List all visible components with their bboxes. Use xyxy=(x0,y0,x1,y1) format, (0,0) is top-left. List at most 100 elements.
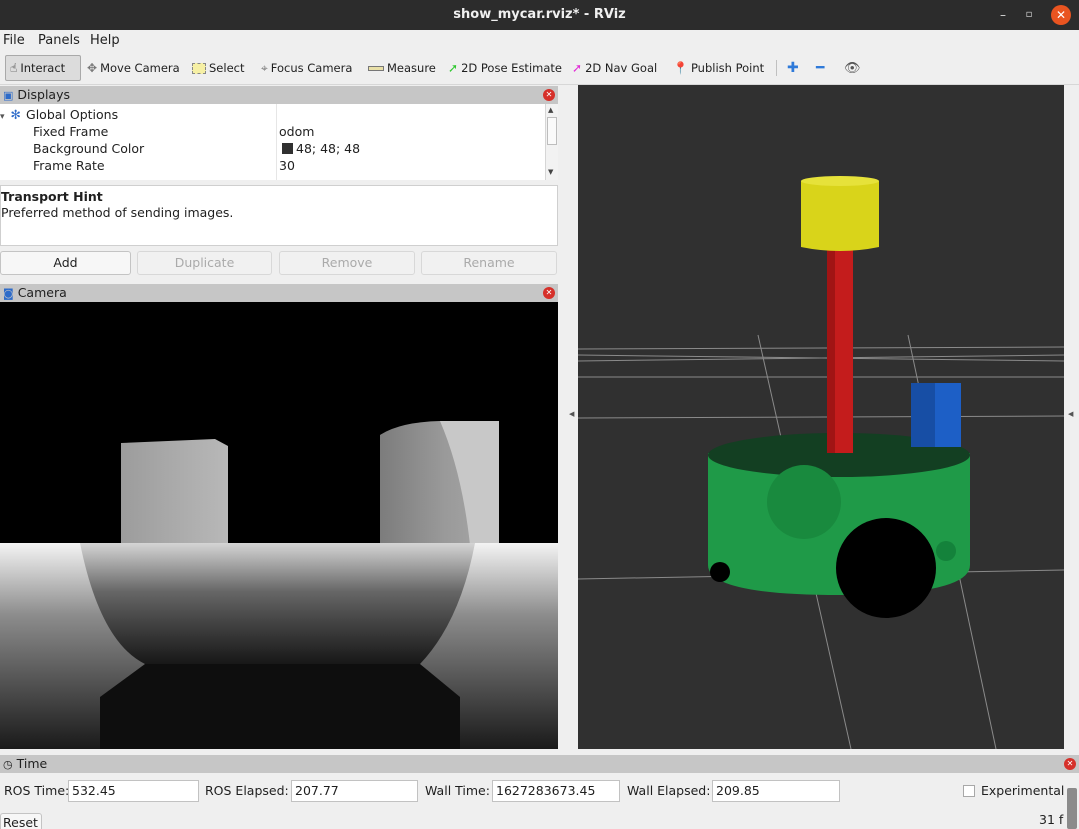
time-title: Time xyxy=(16,756,48,771)
hint-title: Transport Hint xyxy=(1,189,103,204)
remove-display-button[interactable]: Remove xyxy=(279,251,415,275)
tree-label-frame-rate: Frame Rate xyxy=(33,158,105,173)
move-arrows-icon: ✥ xyxy=(87,61,98,75)
publish-point-tool-button[interactable]: 📍 Publish Point xyxy=(669,55,768,81)
measure-label: Measure xyxy=(387,61,436,75)
render-3d-view[interactable] xyxy=(578,85,1064,749)
displays-close-icon[interactable]: ✕ xyxy=(543,89,555,101)
camera-title: Camera xyxy=(17,285,67,300)
wall-time-field[interactable]: 1627283673.45 xyxy=(492,780,620,802)
magenta-arrow-icon: ➚ xyxy=(572,61,583,75)
wall-elapsed-field[interactable]: 209.85 xyxy=(712,780,840,802)
camera-icon: ◙ xyxy=(3,287,14,300)
focus-camera-tool-button[interactable]: ⌖ Focus Camera xyxy=(257,55,356,81)
pose-estimate-label: 2D Pose Estimate xyxy=(461,61,562,75)
ros-time-field[interactable]: 532.45 xyxy=(68,780,199,802)
tree-column-divider xyxy=(276,104,277,180)
background-color-value[interactable]: 48; 48; 48 xyxy=(282,140,360,157)
scroll-up-icon[interactable]: ▲ xyxy=(548,106,553,114)
right-dock-strip[interactable]: ◀ xyxy=(1064,85,1079,749)
hand-pointer-icon: ☝ xyxy=(10,61,18,75)
clock-icon: ◷ xyxy=(3,758,13,771)
camera-close-icon[interactable]: ✕ xyxy=(543,287,555,299)
monitor-icon: ▣ xyxy=(3,89,14,102)
minimize-button[interactable]: – xyxy=(993,5,1013,25)
ruler-icon xyxy=(368,65,384,71)
background-color-text: 48; 48; 48 xyxy=(296,141,361,156)
tree-label-background-color: Background Color xyxy=(33,141,145,156)
scroll-down-icon[interactable]: ▼ xyxy=(548,168,553,176)
menu-panels[interactable]: Panels xyxy=(38,33,80,48)
interact-tool-button[interactable]: ☝ Interact xyxy=(5,55,81,81)
toolbar: ☝ Interact ✥ Move Camera Select ⌖ Focus Cam… xyxy=(0,52,1079,85)
fixed-frame-value[interactable]: odom xyxy=(279,123,314,140)
focus-camera-label: Focus Camera xyxy=(270,61,353,75)
robot-wheel-far xyxy=(767,465,841,539)
frame-rate-value[interactable]: 30 xyxy=(279,157,295,174)
scene-3d xyxy=(578,176,1064,749)
hint-text: Preferred method of sending images. xyxy=(1,205,234,220)
property-hint-box: Transport Hint Preferred method of sendi… xyxy=(0,185,558,246)
ros-elapsed-field[interactable]: 207.77 xyxy=(291,780,418,802)
depth-image xyxy=(0,302,558,749)
eye-visibility-icon[interactable]: 👁 xyxy=(840,55,865,81)
menu-file[interactable]: File xyxy=(3,33,25,48)
camera-image-view[interactable] xyxy=(0,302,558,749)
displays-panel-header: ▣ Displays ✕ xyxy=(0,86,558,104)
window-title: show_mycar.rviz* - RViz xyxy=(453,7,626,22)
reset-button[interactable]: Reset xyxy=(0,813,42,829)
time-panel-header: ◷ Time ✕ xyxy=(0,755,1079,773)
time-close-icon[interactable]: ✕ xyxy=(1064,758,1076,770)
publish-point-label: Publish Point xyxy=(690,61,765,75)
wall-elapsed-label: Wall Elapsed: xyxy=(627,783,711,798)
move-camera-tool-button[interactable]: ✥ Move Camera xyxy=(83,55,184,81)
experimental-checkbox[interactable] xyxy=(963,785,975,797)
close-window-button[interactable]: ✕ xyxy=(1051,5,1071,25)
nav-goal-tool-button[interactable]: ➚ 2D Nav Goal xyxy=(568,55,661,81)
ros-time-label: ROS Time: xyxy=(4,783,70,798)
robot-wheel-near xyxy=(836,518,936,618)
resize-grip-icon[interactable] xyxy=(1067,788,1077,829)
wall-time-label: Wall Time: xyxy=(425,783,490,798)
tree-row-global-options[interactable]: ▾ ✻ Global Options xyxy=(0,106,118,123)
ros-elapsed-label: ROS Elapsed: xyxy=(205,783,289,798)
displays-scrollbar[interactable]: ▲ ▼ xyxy=(545,104,558,180)
toolbar-separator xyxy=(776,60,777,76)
gear-icon: ✻ xyxy=(10,107,22,122)
scroll-thumb[interactable] xyxy=(547,117,557,145)
menu-help[interactable]: Help xyxy=(90,33,120,48)
robot-caster-back xyxy=(936,541,956,561)
focus-target-icon: ⌖ xyxy=(261,60,268,75)
interact-label: Interact xyxy=(20,61,66,75)
duplicate-display-button[interactable]: Duplicate xyxy=(137,251,272,275)
add-display-button[interactable]: Add xyxy=(0,251,131,275)
color-swatch xyxy=(282,143,293,154)
expand-arrow-icon[interactable]: ▾ xyxy=(0,112,5,122)
menu-bar: File Panels Help xyxy=(0,30,1079,52)
collapse-right-icon[interactable]: ◀ xyxy=(1068,410,1073,418)
displays-tree: ▾ ✻ Global Options Fixed Frame odom Backgr… xyxy=(0,104,545,180)
tree-label-fixed-frame: Fixed Frame xyxy=(33,124,109,139)
pose-estimate-tool-button[interactable]: ➚ 2D Pose Estimate xyxy=(444,55,566,81)
displays-title: Displays xyxy=(17,87,70,102)
remove-tool-icon[interactable]: ━ xyxy=(812,55,828,81)
panel-splitter[interactable]: ◀ xyxy=(558,85,578,749)
rename-display-button[interactable]: Rename xyxy=(421,251,557,275)
select-tool-button[interactable]: Select xyxy=(188,55,248,81)
camera-panel-header: ◙ Camera ✕ xyxy=(0,284,558,302)
tree-label-global-options: Global Options xyxy=(26,107,119,122)
measure-tool-button[interactable]: Measure xyxy=(364,55,440,81)
depth-box xyxy=(121,439,228,545)
select-box-icon xyxy=(192,62,206,74)
map-pin-icon: 📍 xyxy=(673,61,688,75)
maximize-button[interactable]: ▫ xyxy=(1019,5,1039,25)
add-tool-icon[interactable]: ✚ xyxy=(783,55,803,81)
collapse-left-icon[interactable]: ◀ xyxy=(569,410,574,418)
select-label: Select xyxy=(209,61,245,75)
green-arrow-icon: ➚ xyxy=(448,61,459,75)
move-camera-label: Move Camera xyxy=(100,61,180,75)
experimental-label: Experimental xyxy=(981,783,1065,798)
robot-lidar xyxy=(801,181,879,251)
robot-caster-front xyxy=(710,562,730,582)
nav-goal-label: 2D Nav Goal xyxy=(585,61,658,75)
